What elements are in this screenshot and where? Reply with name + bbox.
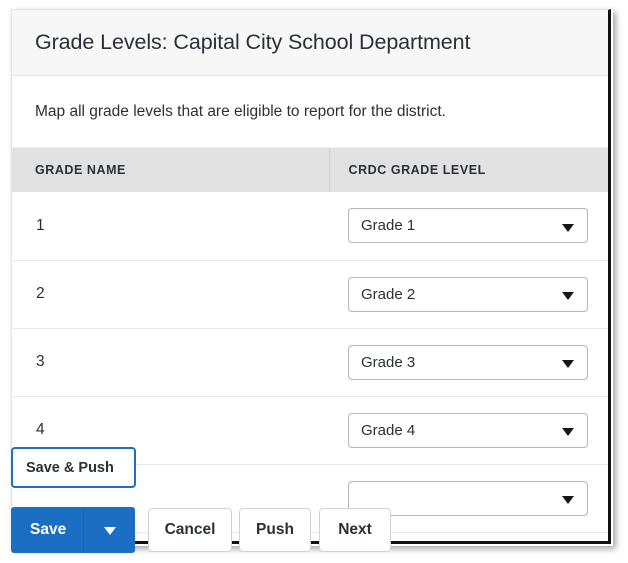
chevron-down-icon (562, 428, 574, 436)
table-row: 3 Grade 3 (12, 328, 608, 397)
crdc-grade-level-select[interactable]: Grade 1 (348, 208, 588, 244)
cancel-button[interactable]: Cancel (148, 508, 232, 552)
page-title: Grade Levels: Capital City School Depart… (35, 30, 471, 54)
cell-grade-name: 1 (12, 192, 329, 261)
table-row: 2 Grade 2 (12, 260, 608, 329)
cell-grade-name: 2 (12, 260, 329, 329)
save-split-button[interactable]: Save (11, 507, 135, 553)
page-title-bar: Grade Levels: Capital City School Depart… (12, 10, 608, 76)
crdc-grade-level-select[interactable]: Grade 4 (348, 412, 588, 448)
column-header-crdc-grade-level: CRDC GRADE LEVEL (328, 148, 608, 192)
crdc-grade-level-select[interactable]: Grade 2 (348, 276, 588, 312)
page-description: Map all grade levels that are eligible t… (35, 102, 446, 120)
chevron-down-icon (562, 360, 574, 368)
save-button-label: Save (30, 521, 67, 538)
chevron-down-icon (562, 292, 574, 300)
crdc-grade-level-select-value: Grade 3 (361, 353, 416, 371)
cell-crdc-grade-level: Grade 4 (329, 396, 608, 465)
chevron-down-icon[interactable] (104, 527, 116, 535)
save-button-divider (83, 507, 84, 553)
table-row: 1 Grade 1 (12, 192, 608, 261)
table-header-row: GRADE NAME CRDC GRADE LEVEL (12, 148, 608, 192)
crdc-grade-level-select-value: Grade 4 (361, 421, 416, 439)
page-description-bar: Map all grade levels that are eligible t… (12, 76, 608, 148)
crdc-grade-level-select-value: Grade 1 (361, 217, 416, 235)
cell-crdc-grade-level: Grade 1 (329, 192, 608, 261)
table-header: GRADE NAME CRDC GRADE LEVEL (12, 148, 608, 192)
save-menu-item-save-and-push[interactable]: Save & Push (11, 447, 136, 488)
cell-crdc-grade-level: Grade 3 (329, 328, 608, 397)
action-bar: Save Cancel Push Next (0, 501, 628, 563)
cell-grade-name: 3 (12, 328, 329, 397)
column-header-grade-name: GRADE NAME (12, 148, 329, 192)
next-button[interactable]: Next (319, 508, 391, 552)
cell-crdc-grade-level: Grade 2 (329, 260, 608, 329)
crdc-grade-level-select-value: Grade 2 (361, 285, 416, 303)
chevron-down-icon (562, 223, 574, 232)
push-button[interactable]: Push (239, 508, 311, 552)
crdc-grade-level-select[interactable]: Grade 3 (348, 344, 588, 380)
